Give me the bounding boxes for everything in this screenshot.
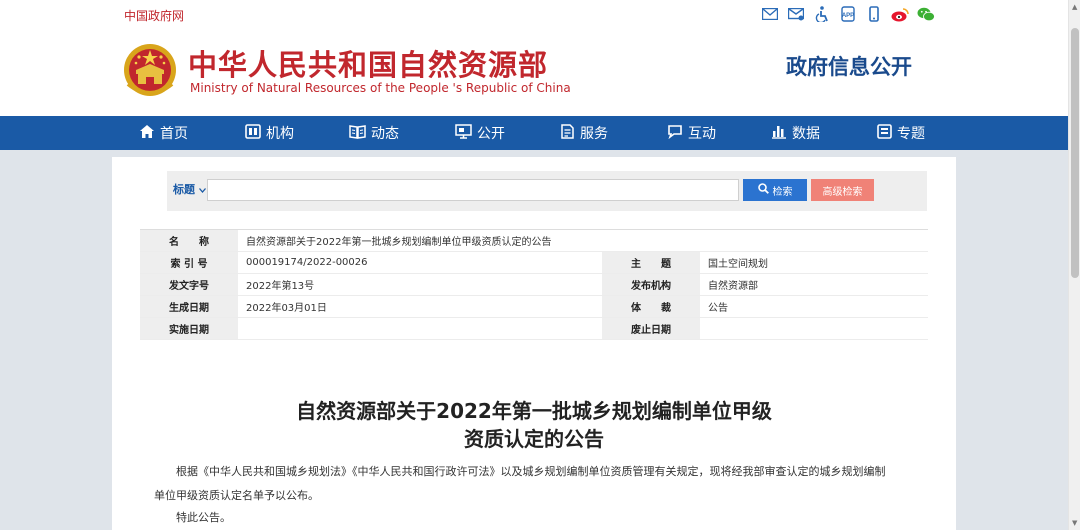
document-title-line: 资质认定的公告 [464, 427, 604, 451]
search-bar: 标题 检索 高级检索 [167, 171, 927, 211]
meta-label: 发布机构 [602, 273, 700, 296]
nav-item-label: 机构 [266, 126, 294, 142]
mobile-icon[interactable] [861, 4, 887, 24]
search-field-label: 标题 [173, 183, 195, 196]
meta-value [238, 317, 602, 340]
app-icon[interactable]: APP [835, 4, 861, 24]
nav-item-interact[interactable]: 互动 [667, 116, 716, 150]
meta-value: 2022年03月01日 [238, 295, 602, 318]
document-meta-table: 名 称 自然资源部关于2022年第一批城乡规划编制单位甲级资质认定的公告 索 引… [140, 229, 928, 340]
body-paragraph-line: 根据《中华人民共和国城乡规划法》《中华人民共和国行政许可法》以及城乡规划编制单位… [176, 465, 886, 478]
accessibility-icon[interactable] [809, 4, 835, 24]
meta-value: 自然资源部 [700, 273, 928, 296]
message-icon[interactable] [783, 4, 809, 24]
table-row: 名 称 自然资源部关于2022年第一批城乡规划编制单位甲级资质认定的公告 [140, 229, 928, 252]
vertical-scrollbar[interactable]: ▲ ▼ [1068, 0, 1080, 530]
table-row: 索 引 号 000019174/2022-00026 主 题 国土空间规划 [140, 251, 928, 274]
meta-label: 体 裁 [602, 295, 700, 318]
table-row: 生成日期 2022年03月01日 体 裁 公告 [140, 295, 928, 318]
nav-item-news[interactable]: 动态 [349, 116, 399, 150]
search-button[interactable]: 检索 [743, 179, 807, 201]
advanced-search-button[interactable]: 高级检索 [811, 179, 874, 201]
top-icon-group: APP [757, 4, 939, 24]
meta-value: 000019174/2022-00026 [238, 251, 602, 274]
service-icon [560, 123, 575, 143]
top-utility-bar: 中国政府网 APP [0, 0, 1068, 28]
table-row: 实施日期 废止日期 [140, 317, 928, 340]
nav-item-topic[interactable]: 专题 [877, 116, 925, 150]
nav-item-public[interactable]: 公开 [455, 116, 505, 150]
book-icon [349, 124, 366, 143]
nav-item-label: 服务 [580, 126, 608, 142]
search-field-select[interactable]: 标题 [173, 181, 206, 197]
site-subtitle: Ministry of Natural Resources of the Peo… [190, 81, 571, 95]
meta-label: 索 引 号 [140, 251, 238, 274]
wechat-icon[interactable] [913, 4, 939, 24]
scroll-down-arrow-icon[interactable]: ▼ [1072, 519, 1077, 527]
chart-icon [771, 124, 787, 143]
meta-value: 公告 [700, 295, 928, 318]
content-panel: 标题 检索 高级检索 名 称 自然资源部关于2022年第一批城乡规划编制单位甲级… [112, 157, 956, 530]
search-button-label: 检索 [772, 186, 793, 198]
site-title: 中华人民共和国自然资源部 [188, 48, 549, 82]
screen-icon [455, 123, 472, 143]
main-nav: 首页 机构 动态 公开 服务 互动 数据 专题 [0, 116, 1068, 150]
chevron-down-icon [198, 183, 206, 196]
home-icon [139, 124, 155, 143]
national-emblem-logo[interactable] [122, 40, 178, 100]
org-icon [245, 123, 261, 143]
nav-item-label: 公开 [477, 126, 505, 142]
meta-label: 生成日期 [140, 295, 238, 318]
scrollbar-thumb[interactable] [1071, 28, 1079, 278]
nav-item-org[interactable]: 机构 [245, 116, 294, 150]
site-header: 中华人民共和国自然资源部 Ministry of Natural Resourc… [0, 28, 1068, 116]
meta-label: 废止日期 [602, 317, 700, 340]
nav-item-label: 动态 [371, 126, 399, 142]
nav-item-data[interactable]: 数据 [771, 116, 820, 150]
document-title-line: 自然资源部关于2022年第一批城乡规划编制单位甲级 [296, 399, 772, 423]
info-disclosure-title[interactable]: 政府信息公开 [786, 51, 912, 81]
nav-item-label: 数据 [792, 126, 820, 142]
meta-value: 2022年第13号 [238, 273, 602, 296]
topic-icon [877, 123, 892, 143]
body-paragraph-line: 单位甲级资质认定名单予以公布。 [154, 489, 319, 502]
chat-icon [667, 124, 683, 143]
mail-icon[interactable] [757, 4, 783, 24]
nav-item-home[interactable]: 首页 [139, 116, 188, 150]
meta-value: 国土空间规划 [700, 251, 928, 274]
nav-item-label: 互动 [688, 126, 716, 142]
meta-label: 实施日期 [140, 317, 238, 340]
nav-item-label: 首页 [160, 126, 188, 142]
meta-value [700, 317, 928, 340]
gov-portal-link[interactable]: 中国政府网 [124, 7, 184, 24]
meta-label: 发文字号 [140, 273, 238, 296]
search-icon [757, 183, 769, 197]
table-row: 发文字号 2022年第13号 发布机构 自然资源部 [140, 273, 928, 296]
nav-item-service[interactable]: 服务 [560, 116, 608, 150]
meta-value: 自然资源部关于2022年第一批城乡规划编制单位甲级资质认定的公告 [238, 229, 928, 252]
scroll-up-arrow-icon[interactable]: ▲ [1072, 3, 1077, 11]
weibo-icon[interactable] [887, 4, 913, 24]
nav-item-label: 专题 [897, 126, 925, 142]
search-input[interactable] [207, 179, 739, 201]
svg-text:APP: APP [842, 13, 854, 19]
document-title: 自然资源部关于2022年第一批城乡规划编制单位甲级 资质认定的公告 [112, 397, 956, 453]
meta-label: 主 题 [602, 251, 700, 274]
body-paragraph-line: 特此公告。 [176, 511, 231, 524]
meta-label: 名 称 [140, 229, 238, 252]
